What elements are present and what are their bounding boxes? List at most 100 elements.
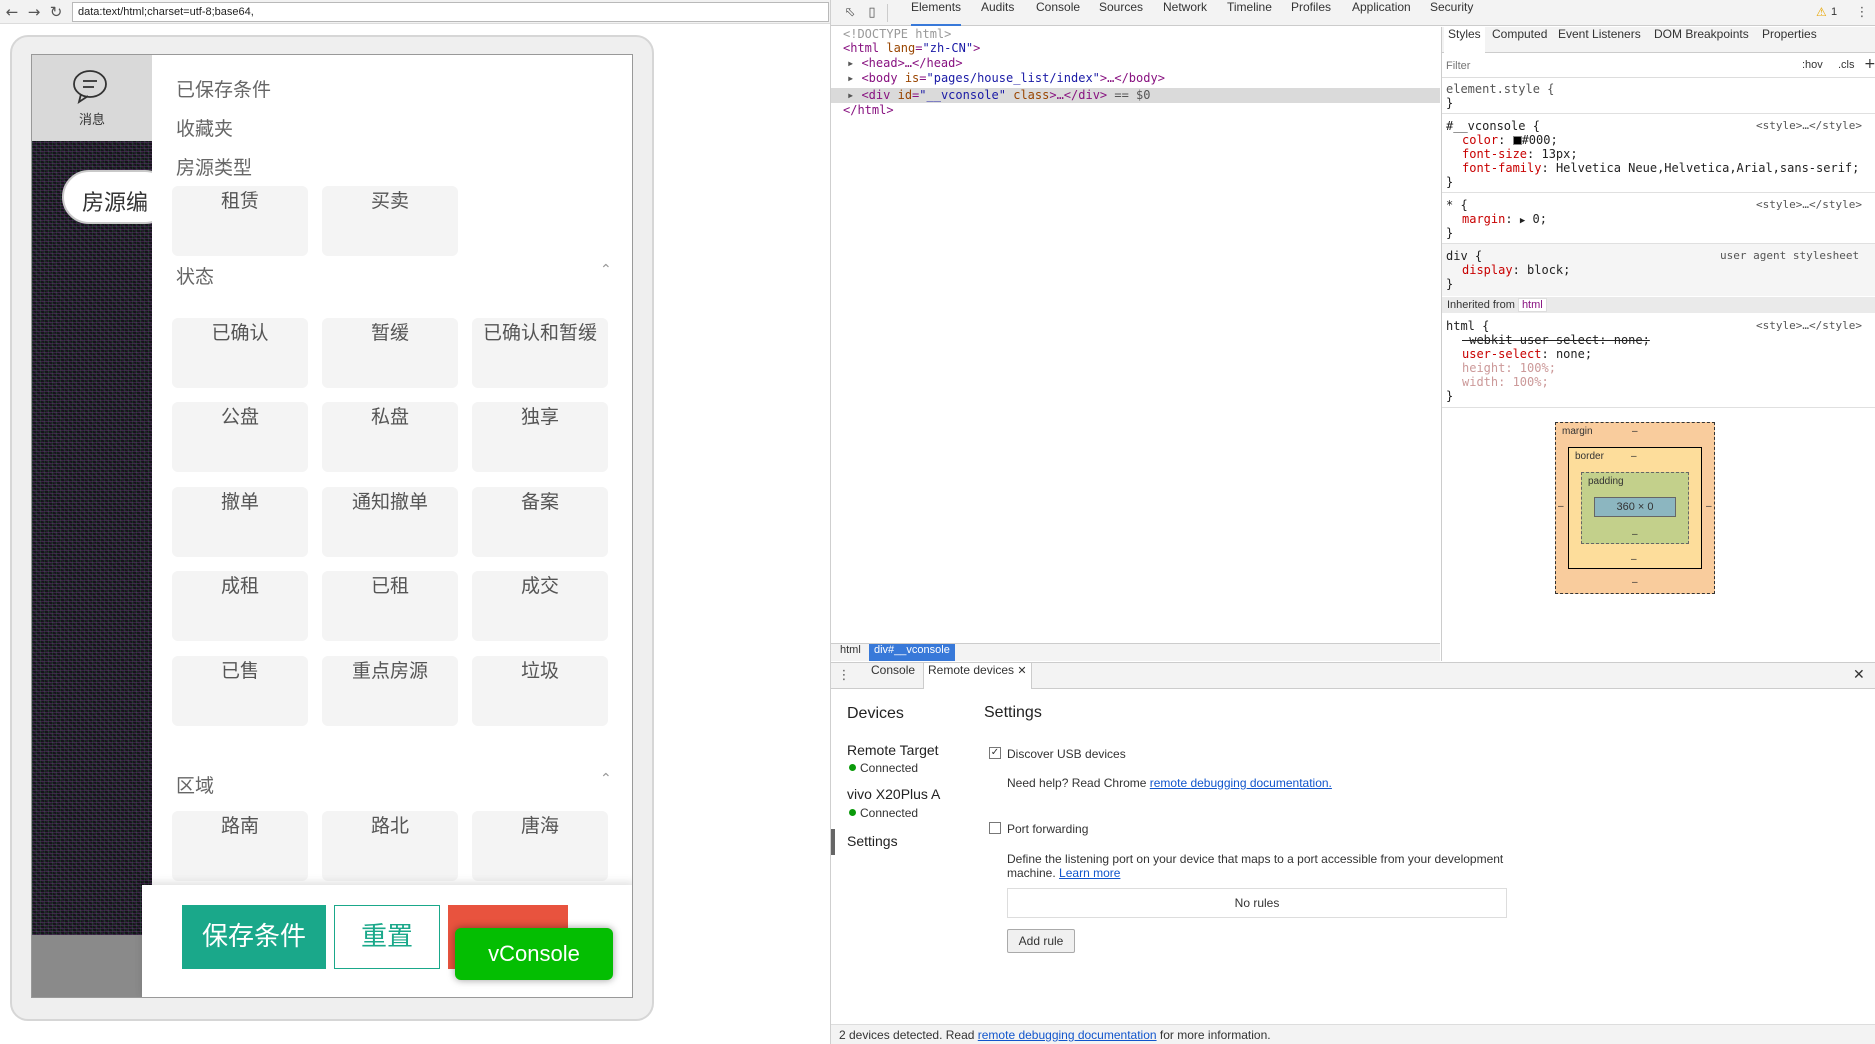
add-rule-button[interactable]: Add rule xyxy=(1007,929,1075,953)
rule-source-link[interactable]: <style>…</style> xyxy=(1756,119,1862,132)
favorites-link[interactable]: 收藏夹 xyxy=(176,114,233,141)
tab-network[interactable]: Network xyxy=(1163,0,1207,26)
discover-usb-checkbox[interactable]: ✓ xyxy=(989,747,1001,759)
box-model-padding[interactable]: padding – 360 × 0 xyxy=(1581,472,1689,544)
css-declaration[interactable]: margin: ▶ 0; xyxy=(1462,212,1547,228)
box-model-content[interactable]: 360 × 0 xyxy=(1594,497,1676,517)
status-option[interactable]: 已确认和暂缓 xyxy=(472,318,608,388)
learn-more-link[interactable]: Learn more xyxy=(1059,866,1120,880)
doctype-node[interactable]: <!DOCTYPE html> xyxy=(843,27,951,42)
url-input[interactable] xyxy=(72,2,829,22)
inherited-tag-link[interactable]: html xyxy=(1517,298,1547,312)
type-option[interactable]: 买卖 xyxy=(322,186,458,256)
status-option[interactable]: 通知撤单 xyxy=(322,487,458,557)
chevron-up-icon[interactable]: ⌃ xyxy=(600,771,612,787)
warning-icon[interactable]: ⚠ xyxy=(1816,5,1827,19)
status-option[interactable]: 垃圾 xyxy=(472,656,608,726)
element-style-selector[interactable]: element.style { xyxy=(1446,82,1554,96)
status-option[interactable]: 备案 xyxy=(472,487,608,557)
status-option[interactable]: 已租 xyxy=(322,571,458,641)
close-tab-icon[interactable]: ✕ xyxy=(1017,665,1026,677)
region-option[interactable]: 唐海 xyxy=(472,811,608,881)
drawer-menu-icon[interactable]: ⋮ xyxy=(835,667,853,685)
new-rule-icon[interactable]: + xyxy=(1864,56,1875,72)
breadcrumb-vconsole[interactable]: div#__vconsole xyxy=(869,644,955,661)
status-option[interactable]: 已确认 xyxy=(172,318,308,388)
body-node[interactable]: ▸ <body is="pages/house_list/index">…</b… xyxy=(847,71,1165,86)
drawer-tab-console[interactable]: Console xyxy=(871,663,915,689)
status-option[interactable]: 成交 xyxy=(472,571,608,641)
css-declaration[interactable]: font-size: 13px; xyxy=(1462,147,1578,161)
rule-close: } xyxy=(1446,96,1454,110)
tab-elements[interactable]: Elements xyxy=(911,0,962,26)
status-option[interactable]: 独享 xyxy=(472,402,608,472)
status-option[interactable]: 成租 xyxy=(172,571,308,641)
tab-audits[interactable]: Audits xyxy=(981,0,1014,26)
chevron-up-icon[interactable]: ⌃ xyxy=(600,262,612,278)
vconsole-rule-selector[interactable]: #__vconsole { xyxy=(1446,119,1540,133)
status-option[interactable]: 暂缓 xyxy=(322,318,458,388)
rule-source-link[interactable]: <style>…</style> xyxy=(1756,198,1862,211)
tab-properties[interactable]: Properties xyxy=(1762,27,1817,53)
status-option[interactable]: 已售 xyxy=(172,656,308,726)
device-vivo[interactable]: vivo X20Plus A xyxy=(847,786,940,802)
device-toolbar-icon[interactable]: ▯ xyxy=(863,4,881,22)
tab-application[interactable]: Application xyxy=(1352,0,1411,26)
type-option[interactable]: 租赁 xyxy=(172,186,308,256)
back-icon[interactable]: ← xyxy=(2,2,22,22)
status-option[interactable]: 撤单 xyxy=(172,487,308,557)
universal-rule-selector[interactable]: * { xyxy=(1446,198,1468,212)
css-declaration[interactable]: font-family: Helvetica Neue,Helvetica,Ar… xyxy=(1462,161,1859,175)
box-model-margin[interactable]: margin – – – – border – – padding – 360 … xyxy=(1555,422,1715,594)
tab-dom-breakpoints[interactable]: DOM Breakpoints xyxy=(1654,27,1749,53)
color-swatch-icon[interactable] xyxy=(1512,136,1522,145)
drawer-tab-remote-devices[interactable]: Remote devices ✕ xyxy=(923,663,1032,689)
css-declaration-inactive[interactable]: width: 100%; xyxy=(1462,375,1549,389)
css-declaration[interactable]: color: #000; xyxy=(1462,133,1558,147)
tab-computed[interactable]: Computed xyxy=(1492,27,1547,53)
head-node[interactable]: ▸ <head>…</head> xyxy=(847,56,963,71)
css-declaration-overridden[interactable]: -webkit-user-select: none; xyxy=(1462,333,1650,347)
class-toggle[interactable]: .cls xyxy=(1838,59,1855,71)
more-options-icon[interactable]: ⋮ xyxy=(1853,4,1871,22)
tab-console[interactable]: Console xyxy=(1036,0,1080,26)
status-docs-link[interactable]: remote debugging documentation xyxy=(978,1028,1157,1042)
forward-icon[interactable]: → xyxy=(24,2,44,22)
status-option[interactable]: 公盘 xyxy=(172,402,308,472)
remote-debugging-docs-link[interactable]: remote debugging documentation. xyxy=(1150,776,1332,790)
inspect-element-icon[interactable]: ⬁ xyxy=(841,4,859,22)
html-close-node[interactable]: </html> xyxy=(843,103,894,118)
status-option[interactable]: 重点房源 xyxy=(322,656,458,726)
tab-timeline[interactable]: Timeline xyxy=(1227,0,1272,26)
rule-source-link[interactable]: <style>…</style> xyxy=(1756,319,1862,332)
vconsole-div-node[interactable]: ▸ <div id="__vconsole" class>…</div> == … xyxy=(847,88,1151,103)
reload-icon[interactable]: ↻ xyxy=(46,2,66,22)
styles-filter-input[interactable] xyxy=(1446,57,1746,75)
message-tab[interactable]: 消息 xyxy=(32,55,152,141)
port-forwarding-checkbox[interactable] xyxy=(989,822,1001,834)
settings-nav-item[interactable]: Settings xyxy=(847,833,898,849)
css-declaration-inactive[interactable]: height: 100%; xyxy=(1462,361,1556,375)
region-option[interactable]: 路南 xyxy=(172,811,308,881)
device-remote-target[interactable]: Remote Target xyxy=(847,742,939,758)
tab-styles[interactable]: Styles xyxy=(1444,27,1485,53)
tab-sources[interactable]: Sources xyxy=(1099,0,1143,26)
reset-button[interactable]: 重置 xyxy=(334,905,440,969)
hover-state-toggle[interactable]: :hov xyxy=(1802,59,1823,71)
div-rule-selector[interactable]: div { xyxy=(1446,249,1482,263)
region-option[interactable]: 路北 xyxy=(322,811,458,881)
css-declaration[interactable]: user-select: none; xyxy=(1462,347,1592,361)
save-conditions-button[interactable]: 保存条件 xyxy=(182,905,326,969)
vconsole-button[interactable]: vConsole xyxy=(455,928,613,980)
expand-triangle-icon[interactable]: ▶ xyxy=(1520,216,1525,226)
box-model-border[interactable]: border – – padding – 360 × 0 xyxy=(1568,447,1702,569)
breadcrumb-html[interactable]: html xyxy=(835,644,866,661)
close-drawer-icon[interactable]: ✕ xyxy=(1853,667,1865,683)
html-node[interactable]: <html lang="zh-CN"> xyxy=(843,41,980,56)
tab-profiles[interactable]: Profiles xyxy=(1291,0,1331,26)
saved-conditions-link[interactable]: 已保存条件 xyxy=(176,75,271,102)
html-rule-selector[interactable]: html { xyxy=(1446,319,1489,333)
tab-security[interactable]: Security xyxy=(1430,0,1473,26)
status-option[interactable]: 私盘 xyxy=(322,402,458,472)
tab-event-listeners[interactable]: Event Listeners xyxy=(1558,27,1641,53)
